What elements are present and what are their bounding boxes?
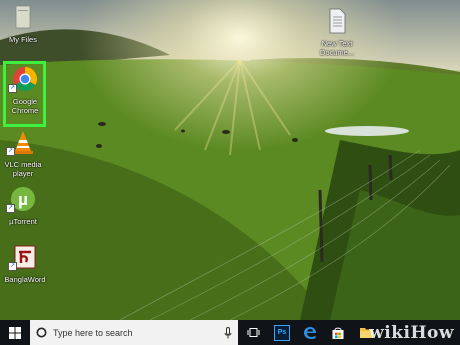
windows-start-icon <box>9 326 21 339</box>
edge-icon <box>304 326 316 339</box>
task-view-icon <box>247 328 259 337</box>
store-icon <box>332 327 344 339</box>
desktop-icon-new-text-document[interactable]: New Text Docume... <box>313 8 361 57</box>
desktop-icon-utorrent[interactable]: µ ↗ µTorrent <box>0 186 46 226</box>
shortcut-arrow-icon: ↗ <box>8 84 17 93</box>
desktop-icon-vlc-media-player[interactable]: ↗ VLC media player <box>0 129 46 178</box>
desktop-icon-label: VLC media player <box>4 160 42 178</box>
desktop-icon-banglaword[interactable]: ↗ BanglaWord <box>2 244 48 284</box>
shortcut-arrow-icon: ↗ <box>6 204 15 213</box>
desktop-icon-google-chrome[interactable]: ↗ Google Chrome <box>2 66 48 115</box>
task-view-button[interactable] <box>238 320 268 345</box>
desktop-icon-label: BanglaWord <box>4 275 46 284</box>
folder-icon <box>15 5 31 29</box>
svg-text:µ: µ <box>18 190 28 209</box>
desktop-background: My Files New Text Docume... ↗ Google Chr… <box>0 0 460 320</box>
photoshop-icon: Ps <box>274 324 290 341</box>
desktop-icon-label: µTorrent <box>9 217 37 226</box>
desktop-icon-label: New Text Docume... <box>319 39 355 57</box>
taskbar-edge[interactable] <box>296 320 324 345</box>
taskbar-photoshop[interactable]: Ps <box>268 320 296 345</box>
desktop-icon-label: Google Chrome <box>11 97 39 115</box>
photoshop-icon-label: Ps <box>277 329 287 336</box>
desktop-icon-label: My Files <box>9 35 37 44</box>
text-document-icon <box>329 8 346 34</box>
shortcut-arrow-icon: ↗ <box>8 262 17 271</box>
shortcut-arrow-icon: ↗ <box>6 147 15 156</box>
taskbar-search-box[interactable]: Type here to search <box>30 320 238 345</box>
landscape-wallpaper <box>0 0 460 320</box>
wikihow-watermark: wikiHow <box>369 323 454 343</box>
mic-icon[interactable] <box>224 326 232 339</box>
start-button[interactable] <box>0 320 30 345</box>
taskbar-store[interactable] <box>324 320 352 345</box>
cortana-icon <box>36 327 47 338</box>
desktop-icon-my-files[interactable]: My Files <box>0 4 46 44</box>
search-placeholder: Type here to search <box>53 327 133 338</box>
